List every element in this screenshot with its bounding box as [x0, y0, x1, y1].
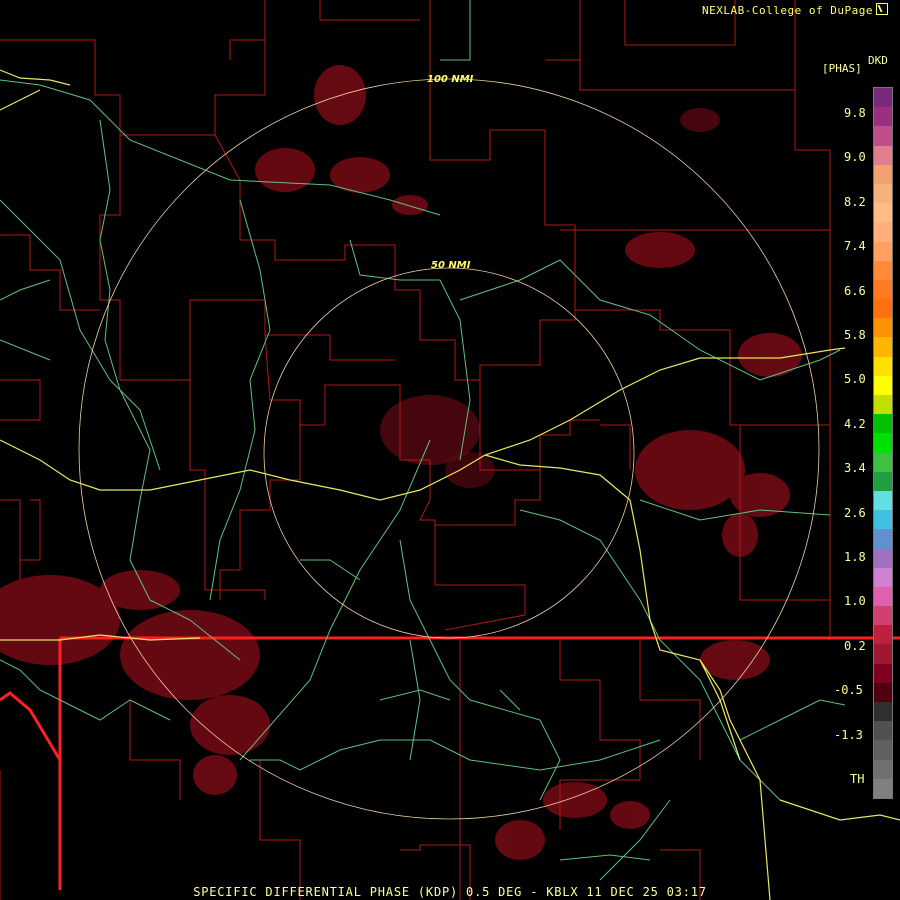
colorbar	[873, 87, 893, 799]
colorbar-step	[874, 510, 892, 530]
colorbar-tick-label: 0.2	[844, 638, 866, 653]
colorbar-tick-label: -0.5	[834, 683, 863, 698]
colorbar-step	[874, 299, 892, 319]
colorbar-step	[874, 356, 892, 376]
colorbar-step	[874, 375, 892, 395]
colorbar-step	[874, 107, 892, 127]
colorbar-tick-label: 7.4	[844, 239, 866, 254]
range-ring-labels: 100 NMI 50 NMI	[427, 74, 474, 271]
colorbar-step	[874, 625, 892, 645]
cod-logo-icon	[876, 3, 888, 15]
colorbar-step	[874, 337, 892, 357]
colorbar-step	[874, 414, 892, 434]
colorbar-step	[874, 452, 892, 472]
colorbar-step	[874, 702, 892, 722]
colorbar-step	[874, 471, 892, 491]
colorbar-tick-label: 9.0	[844, 150, 866, 165]
range-ring-label-inner: 50 NMI	[431, 260, 471, 271]
colorbar-step	[874, 740, 892, 760]
colorbar-step	[874, 222, 892, 242]
colorbar-step	[874, 203, 892, 223]
colorbar-step	[874, 318, 892, 338]
radar-map: 100 NMI 50 NMI	[0, 0, 900, 900]
colorbar-step	[874, 586, 892, 607]
product-title: SPECIFIC DIFFERENTIAL PHASE (KDP) 0.5 DE…	[193, 885, 707, 899]
colorbar-tick-label: 5.8	[844, 328, 866, 342]
credit-label: NEXLAB-College of DuPage	[702, 3, 888, 17]
colorbar-step	[874, 279, 892, 300]
colorbar-tick-label: 6.6	[844, 283, 866, 298]
colorbar-step	[874, 183, 892, 204]
colorbar-step	[874, 644, 892, 664]
range-ring-label-outer: 100 NMI	[427, 74, 474, 85]
colorbar-step	[874, 567, 892, 587]
colorbar-step	[874, 145, 892, 165]
colorbar-step	[874, 606, 892, 626]
colorbar-step	[874, 548, 892, 568]
colorbar-step	[874, 682, 892, 702]
colorbar-tick-label: 3.4	[844, 461, 866, 476]
colorbar-tick-label: 2.6	[844, 505, 866, 520]
colorbar-step	[874, 663, 892, 683]
colorbar-step	[874, 721, 892, 741]
colorbar-tick-label: -1.3	[834, 727, 863, 742]
colorbar-tick-label: TH	[850, 772, 865, 786]
units-label: [PHAS]	[822, 62, 862, 75]
product-code-label: DKD	[868, 54, 888, 67]
colorbar-step	[874, 395, 892, 415]
colorbar-tick-label: 9.8	[844, 106, 866, 120]
colorbar-step	[874, 433, 892, 453]
colorbar-tick-label: 1.0	[844, 594, 866, 609]
colorbar-tick-label: 5.0	[844, 372, 866, 387]
colorbar-step	[874, 260, 892, 280]
colorbar-step	[874, 88, 892, 108]
colorbar-step	[874, 529, 892, 549]
colorbar-tick-label: 8.2	[844, 194, 866, 209]
credit-text: NEXLAB-College of DuPage	[702, 4, 873, 17]
colorbar-step	[874, 164, 892, 184]
colorbar-tick-label: 1.8	[844, 550, 866, 564]
colorbar-step	[874, 490, 892, 511]
colorbar-step	[874, 126, 892, 146]
colorbar-step	[874, 241, 892, 261]
colorbar-tick-label: 4.2	[844, 416, 866, 431]
